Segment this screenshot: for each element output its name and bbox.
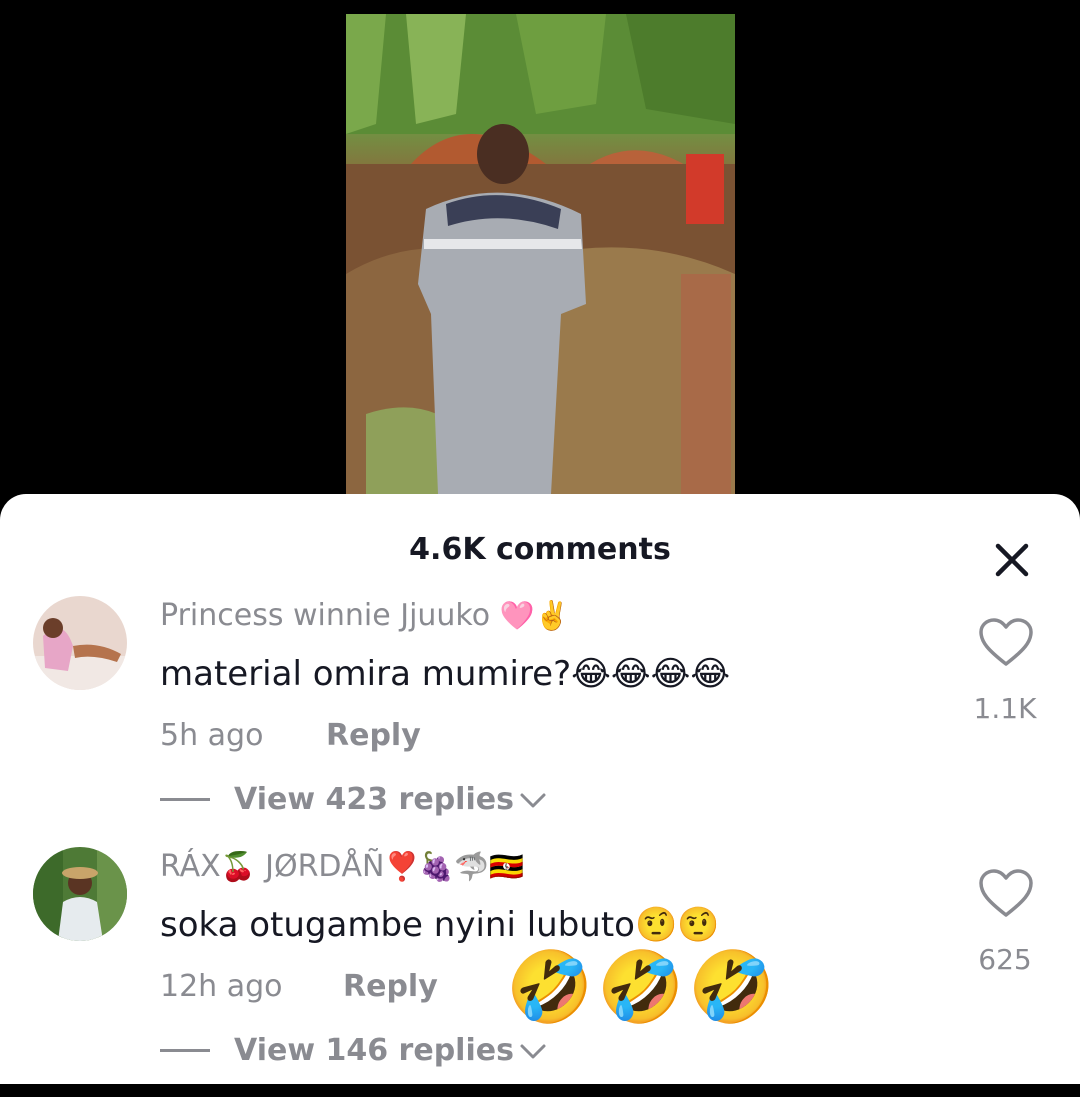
like-button[interactable] — [978, 618, 1034, 668]
comment-username[interactable]: RÁX🍒 JØRDÅÑ❣️🍇🦈🇺🇬 — [160, 849, 524, 884]
video-player[interactable] — [346, 14, 735, 494]
avatar-image — [33, 596, 127, 690]
comment-text: material omira mumire?😂😂😂😂 — [160, 654, 731, 694]
close-button[interactable] — [990, 538, 1034, 582]
comment-text: soka otugambe nyini lubuto🤨🤨 — [160, 905, 720, 945]
chevron-down-icon — [520, 793, 546, 807]
like-button[interactable] — [978, 869, 1034, 919]
heart-icon — [979, 618, 1033, 666]
reply-button[interactable]: Reply — [343, 969, 438, 1004]
heart-icon — [979, 869, 1033, 917]
close-icon — [995, 543, 1029, 577]
comments-count-title: 4.6K comments — [409, 532, 671, 567]
avatar-image — [33, 847, 127, 941]
like-count: 625 — [978, 943, 1032, 976]
chevron-down-icon — [520, 1044, 546, 1058]
view-replies-button[interactable]: View 146 replies — [160, 1033, 548, 1068]
divider-dash — [160, 798, 210, 801]
avatar[interactable] — [33, 596, 127, 690]
comment-username[interactable]: Princess winnie Jjuuko 🩷✌️ — [160, 598, 569, 633]
comment-item: Princess winnie Jjuuko 🩷✌️ material omir… — [0, 596, 1080, 846]
divider-dash — [160, 1049, 210, 1052]
floating-emoji-reaction: 🤣🤣🤣 — [506, 946, 780, 1028]
reply-button[interactable]: Reply — [326, 718, 421, 753]
comment-timestamp: 12h ago — [160, 969, 283, 1004]
like-count: 1.1K — [973, 692, 1037, 725]
avatar[interactable] — [33, 847, 127, 941]
view-replies-button[interactable]: View 423 replies — [160, 782, 548, 817]
comment-timestamp: 5h ago — [160, 718, 264, 753]
video-frame — [346, 14, 735, 494]
